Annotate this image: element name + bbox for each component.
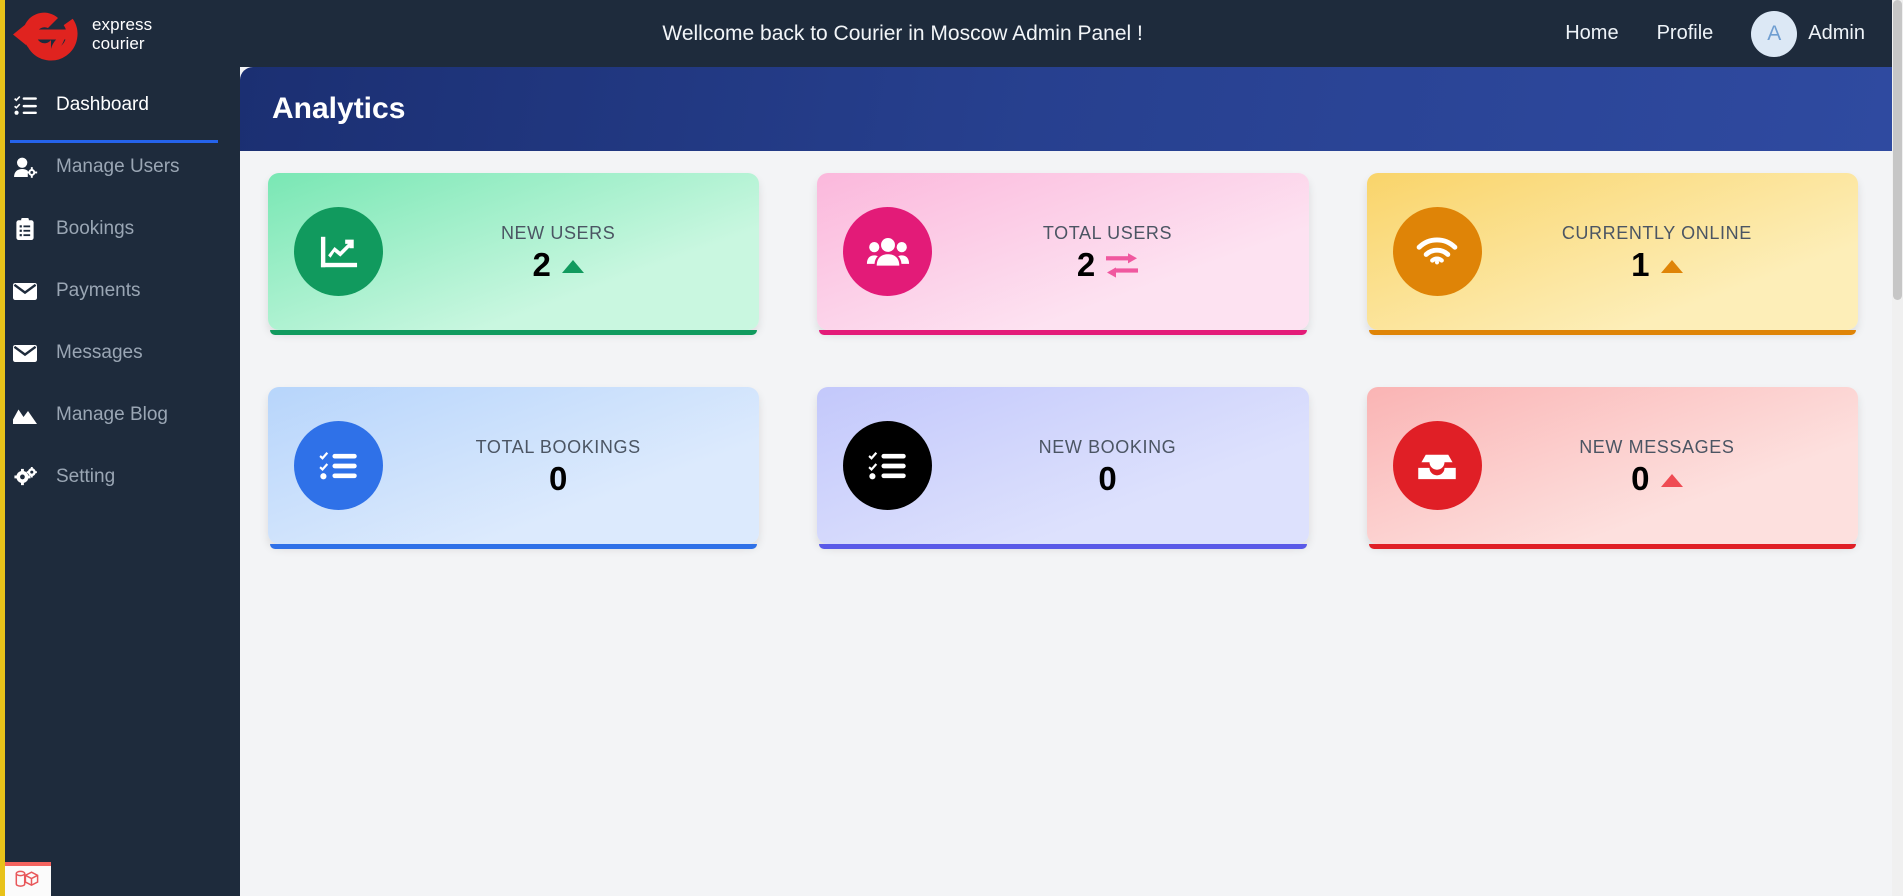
sidebar-item-label: Bookings (56, 218, 135, 239)
card-body: NEW MESSAGES 0 (1482, 437, 1858, 495)
analytics-cards-area: NEW USERS 2 TOTAL USERS 2 CURRENTLY ONLI… (240, 151, 1892, 896)
user-name-label: Admin (1808, 22, 1865, 44)
card-label: TOTAL BOOKINGS (475, 436, 641, 457)
sidebar-item-setting[interactable]: Setting (0, 455, 240, 499)
debugbar-database-icon (14, 869, 42, 894)
page-scrollbar[interactable] (1892, 0, 1903, 896)
card-value: 0 (1098, 459, 1117, 497)
card-label: NEW MESSAGES (1579, 436, 1735, 457)
sidebar-item-label: Messages (56, 342, 143, 363)
top-navigation: Home Profile A Admin (1565, 10, 1903, 57)
card-value-row: 0 (1098, 462, 1116, 495)
avatar: A (1751, 10, 1798, 57)
card-label: NEW BOOKING (1038, 436, 1177, 457)
page-scrollbar-thumb[interactable] (1893, 0, 1902, 300)
exchange-arrows-icon (1106, 252, 1139, 278)
sidebar-item-label: Manage Blog (56, 404, 168, 425)
card-body: CURRENTLY ONLINE 1 (1482, 223, 1858, 281)
card-value: 2 (532, 245, 551, 283)
sidebar-item-payments[interactable]: Payments (0, 269, 240, 313)
sidebar-navigation: Dashboard Manage Users Bookings Payments… (0, 67, 240, 896)
brand-line-1: express (92, 14, 153, 34)
debugbar-toggle[interactable] (5, 862, 51, 896)
chart-area-icon (12, 403, 38, 427)
sidebar-item-manage-blog[interactable]: Manage Blog (0, 393, 240, 437)
card-label: CURRENTLY ONLINE (1561, 222, 1752, 243)
card-value: 0 (548, 459, 568, 497)
stat-card-new-messages[interactable]: NEW MESSAGES 0 (1366, 387, 1858, 549)
sidebar-item-manage-users[interactable]: Manage Users (0, 145, 240, 189)
nav-link-home[interactable]: Home (1565, 22, 1618, 45)
stat-card-total-bookings[interactable]: TOTAL BOOKINGS 0 (268, 387, 760, 549)
card-value-row: 0 (549, 462, 567, 495)
card-body: TOTAL USERS 2 (932, 223, 1308, 281)
clipboard-list-icon (12, 217, 38, 241)
welcome-message-wrap: Wellcome back to Courier in Moscow Admin… (240, 22, 1565, 46)
stat-card-row: TOTAL BOOKINGS 0 NEW BOOKING 0 NEW MESSA… (268, 387, 1858, 549)
card-body: NEW BOOKING 0 (932, 437, 1308, 495)
sidebar-item-bookings[interactable]: Bookings (0, 207, 240, 251)
left-accent-strip (0, 0, 5, 896)
chart-line-up-icon (294, 207, 383, 296)
card-value-row: 2 (532, 245, 584, 283)
sidebar-item-label: Dashboard (56, 94, 149, 115)
card-value: 2 (1076, 245, 1096, 283)
card-body: TOTAL BOOKINGS 0 (383, 437, 759, 495)
tasks-checklist-icon (294, 421, 383, 510)
user-gear-icon (12, 155, 38, 179)
card-value: 1 (1631, 245, 1650, 283)
tasks-checklist-icon (843, 421, 933, 510)
sidebar-item-dashboard[interactable]: Dashboard (0, 83, 240, 143)
wifi-icon (1392, 207, 1482, 296)
top-header-bar: express courier Wellcome back to Courier… (0, 0, 1903, 67)
card-value-row: 0 (1631, 459, 1683, 497)
trend-up-triangle-icon (561, 259, 584, 273)
express-courier-arrow-e-logo (8, 5, 94, 63)
card-body: NEW USERS 2 (383, 223, 759, 281)
card-label: NEW USERS (500, 222, 616, 243)
user-menu[interactable]: A Admin (1751, 10, 1865, 57)
page-title: Analytics (272, 92, 406, 125)
stat-card-row: NEW USERS 2 TOTAL USERS 2 CURRENTLY ONLI… (268, 173, 1858, 335)
brand-name: express courier (92, 15, 152, 53)
stat-card-new-booking[interactable]: NEW BOOKING 0 (817, 387, 1309, 549)
gears-icon (12, 465, 38, 489)
trend-up-triangle-icon (1660, 473, 1683, 487)
page-banner: Analytics (240, 67, 1892, 151)
nav-link-profile[interactable]: Profile (1657, 22, 1714, 45)
sidebar-item-label: Setting (56, 466, 116, 487)
trend-up-triangle-icon (1660, 259, 1683, 273)
envelope-icon (12, 341, 38, 365)
users-group-icon (843, 207, 933, 296)
sidebar-item-messages[interactable]: Messages (0, 331, 240, 375)
sidebar-item-label: Payments (56, 280, 141, 301)
envelope-icon (12, 279, 38, 303)
main-content: Analytics NEW USERS 2 TOTAL USERS 2 CURR… (240, 67, 1903, 896)
card-value-row: 2 (1076, 245, 1139, 283)
inbox-icon (1392, 421, 1482, 510)
card-value: 0 (1631, 459, 1650, 497)
sidebar-item-label: Manage Users (56, 156, 180, 177)
list-check-icon (12, 93, 38, 117)
card-value-row: 1 (1631, 245, 1683, 283)
brand-line-2: courier (92, 33, 145, 53)
stat-card-new-users[interactable]: NEW USERS 2 (268, 173, 760, 335)
card-label: TOTAL USERS (1042, 222, 1173, 243)
stat-card-currently-online[interactable]: CURRENTLY ONLINE 1 (1366, 173, 1858, 335)
stat-card-total-users[interactable]: TOTAL USERS 2 (817, 173, 1309, 335)
brand-logo[interactable]: express courier (0, 5, 240, 63)
welcome-message: Wellcome back to Courier in Moscow Admin… (662, 21, 1143, 45)
